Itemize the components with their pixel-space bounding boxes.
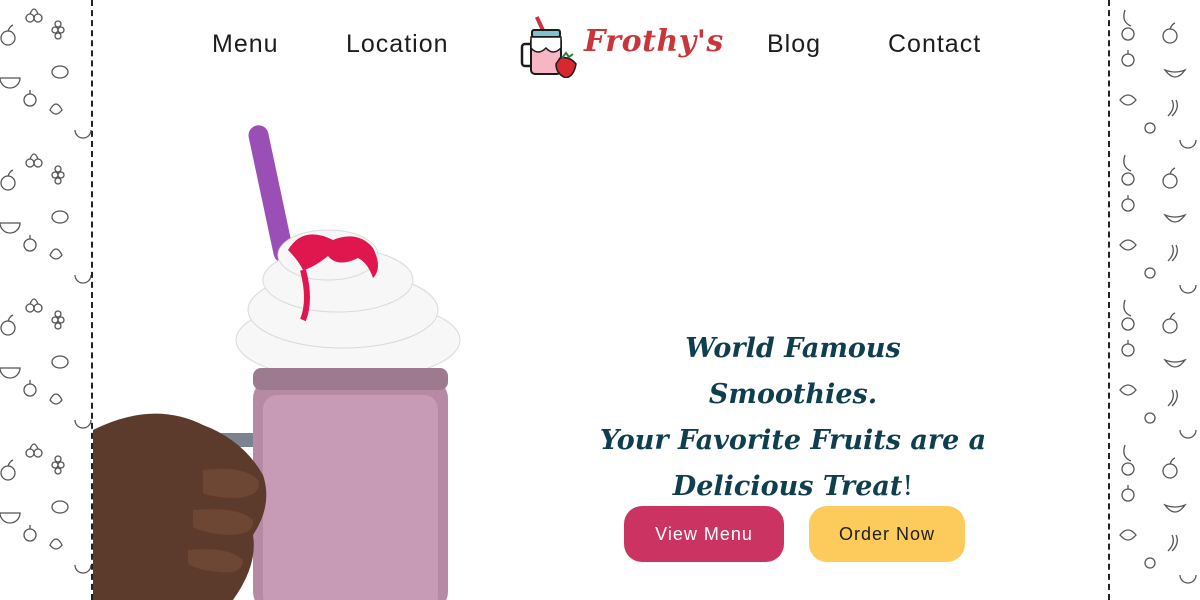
- smoothie-photo: [93, 125, 461, 600]
- right-dashed-divider: [1108, 0, 1110, 600]
- fruit-pattern-icon: [1119, 9, 1197, 584]
- tagline-line-3: Delicious Treat!: [598, 464, 988, 510]
- order-now-button[interactable]: Order Now: [809, 506, 965, 562]
- tagline-line-3-text: Delicious Treat: [672, 471, 903, 502]
- smoothie-jar-icon: [520, 16, 577, 78]
- nav-location-link[interactable]: Location: [346, 30, 449, 59]
- brand-name: Frothy's: [584, 24, 724, 59]
- nav-menu-link[interactable]: Menu: [212, 30, 279, 59]
- tagline-line-1: World Famous Smoothies.: [685, 333, 901, 410]
- fruit-pattern-icon: [0, 8, 92, 574]
- view-menu-button[interactable]: View Menu: [624, 506, 784, 562]
- fruit-pattern-left: [0, 0, 92, 600]
- nav-blog-link[interactable]: Blog: [767, 30, 821, 59]
- main-content: Menu Location Frothy's Blog Contact Worl…: [93, 0, 1108, 600]
- nav-contact-link[interactable]: Contact: [888, 30, 981, 59]
- fruit-pattern-right: [1110, 0, 1200, 600]
- tagline-bang: !: [902, 471, 914, 502]
- tagline-line-2: Your Favorite Fruits are a: [599, 425, 987, 456]
- brand-logo[interactable]: Frothy's: [520, 14, 723, 78]
- hero-tagline: World Famous Smoothies. Your Favorite Fr…: [598, 326, 988, 510]
